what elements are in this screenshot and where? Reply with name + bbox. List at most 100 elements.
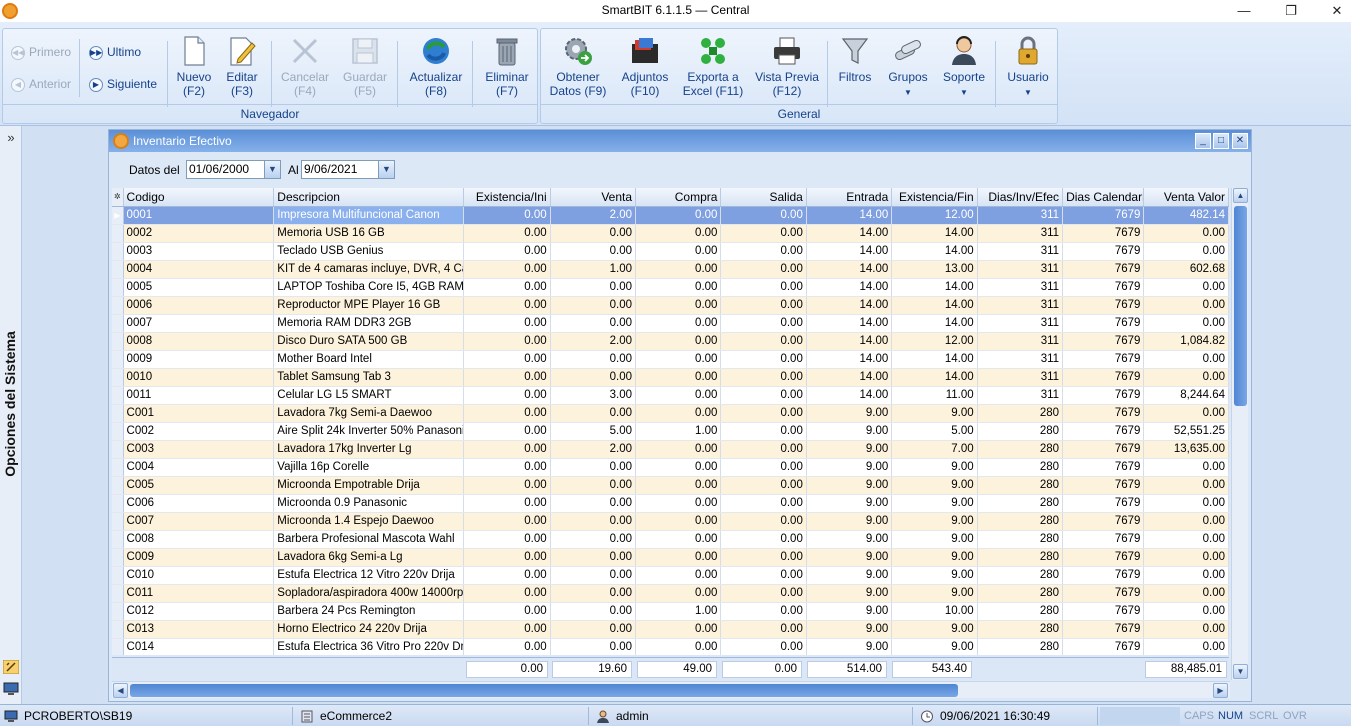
- table-cell[interactable]: 0.00: [635, 332, 722, 351]
- table-cell[interactable]: 7679: [1062, 350, 1145, 369]
- column-header[interactable]: Compra: [635, 188, 722, 207]
- table-cell[interactable]: Mother Board Intel: [273, 350, 465, 369]
- table-cell[interactable]: 52,551.25: [1143, 422, 1229, 441]
- anterior-button[interactable]: ◀ Anterior: [11, 75, 71, 93]
- table-cell[interactable]: 9.00: [891, 620, 978, 639]
- table-cell[interactable]: 0.00: [720, 566, 807, 585]
- table-cell[interactable]: 14.00: [891, 350, 978, 369]
- scroll-right-arrow-icon[interactable]: ▶: [1213, 683, 1228, 698]
- table-cell[interactable]: Disco Duro SATA 500 GB: [273, 332, 465, 351]
- table-cell[interactable]: 5.00: [550, 422, 637, 441]
- table-cell[interactable]: 0.00: [463, 566, 551, 585]
- table-cell[interactable]: 9.00: [891, 512, 978, 531]
- table-cell[interactable]: 3.00: [550, 386, 637, 405]
- cancelar-button[interactable]: Cancelar (F4): [277, 35, 333, 98]
- table-cell[interactable]: 1,084.82: [1143, 332, 1229, 351]
- adjuntos-button[interactable]: Adjuntos (F10): [617, 35, 673, 98]
- table-cell[interactable]: 0001: [123, 206, 275, 225]
- table-cell[interactable]: 0.00: [463, 350, 551, 369]
- table-cell[interactable]: 7679: [1062, 548, 1145, 567]
- table-cell[interactable]: 9.00: [891, 530, 978, 549]
- table-row[interactable]: 0005LAPTOP Toshiba Core I5, 4GB RAM. 500…: [112, 278, 1229, 297]
- table-cell[interactable]: 0.00: [550, 314, 637, 333]
- row-selector[interactable]: [112, 638, 124, 655]
- vista-previa-button[interactable]: Vista Previa (F12): [753, 35, 821, 98]
- table-cell[interactable]: Lavadora 17kg Inverter Lg: [273, 440, 465, 459]
- table-row[interactable]: C013 Horno Electrico 24 220v Drija 0.00 0.0…: [112, 620, 1229, 639]
- row-selector[interactable]: [112, 350, 124, 369]
- table-cell[interactable]: 0.00: [720, 296, 807, 315]
- table-cell[interactable]: C002: [123, 422, 275, 441]
- table-cell[interactable]: 7679: [1062, 242, 1145, 261]
- table-cell[interactable]: 0.00: [720, 440, 807, 459]
- table-cell[interactable]: 280: [977, 602, 1064, 621]
- table-cell[interactable]: 0.00: [1143, 350, 1229, 369]
- scroll-up-arrow-icon[interactable]: ▲: [1233, 188, 1248, 203]
- tools-icon[interactable]: [3, 660, 19, 674]
- table-cell[interactable]: 7679: [1062, 584, 1145, 603]
- column-header[interactable]: Codigo: [123, 188, 275, 207]
- table-cell[interactable]: Reproductor MPE Player 16 GB: [273, 296, 465, 315]
- table-cell[interactable]: 0.00: [635, 548, 722, 567]
- table-cell[interactable]: 14.00: [806, 260, 893, 279]
- table-cell[interactable]: 0005: [123, 278, 275, 297]
- table-cell[interactable]: Lavadora 6kg Semi-a Lg: [273, 548, 465, 567]
- table-cell[interactable]: 0.00: [550, 512, 637, 531]
- table-cell[interactable]: 0.00: [463, 440, 551, 459]
- table-cell[interactable]: 0002: [123, 224, 275, 243]
- table-cell[interactable]: 13.00: [891, 260, 978, 279]
- table-cell[interactable]: 0.00: [463, 278, 551, 297]
- table-cell[interactable]: 9.00: [806, 602, 893, 621]
- table-cell[interactable]: C003: [123, 440, 275, 459]
- table-cell[interactable]: Estufa Electrica 12 Vitro 220v Drija: [273, 566, 465, 585]
- table-cell[interactable]: 311: [977, 386, 1064, 405]
- row-selector[interactable]: [112, 314, 124, 333]
- table-cell[interactable]: 0.00: [720, 224, 807, 243]
- table-cell[interactable]: 12.00: [891, 332, 978, 351]
- table-cell[interactable]: 0.00: [463, 548, 551, 567]
- table-cell[interactable]: 0.00: [1143, 512, 1229, 531]
- table-cell[interactable]: 9.00: [806, 458, 893, 477]
- table-row[interactable]: C010 Estufa Electrica 12 Vitro 220v Drija…: [112, 566, 1229, 585]
- table-cell[interactable]: 14.00: [891, 224, 978, 243]
- table-cell[interactable]: 280: [977, 512, 1064, 531]
- table-cell[interactable]: 280: [977, 530, 1064, 549]
- row-selector[interactable]: [112, 404, 124, 423]
- table-cell[interactable]: 7679: [1062, 458, 1145, 477]
- table-cell[interactable]: 311: [977, 206, 1064, 225]
- table-cell[interactable]: Lavadora 7kg Semi-a Daewoo: [273, 404, 465, 423]
- table-row[interactable]: 0003 Teclado USB Genius 0.00 0.00 0.00 0.00 14…: [112, 242, 1229, 261]
- table-cell[interactable]: 0.00: [1143, 566, 1229, 585]
- table-cell[interactable]: LAPTOP Toshiba Core I5, 4GB RAM. 500: [273, 278, 465, 297]
- table-cell[interactable]: 9.00: [806, 404, 893, 423]
- table-cell[interactable]: 9.00: [891, 458, 978, 477]
- table-cell[interactable]: 0.00: [720, 368, 807, 387]
- table-cell[interactable]: 0.00: [550, 242, 637, 261]
- minimize-button[interactable]: —: [1221, 0, 1267, 22]
- table-cell[interactable]: 0.00: [463, 638, 551, 655]
- table-cell[interactable]: 0.00: [635, 584, 722, 603]
- table-cell[interactable]: 0006: [123, 296, 275, 315]
- table-cell[interactable]: 7679: [1062, 494, 1145, 513]
- table-cell[interactable]: 0.00: [635, 494, 722, 513]
- table-cell[interactable]: 0.00: [550, 278, 637, 297]
- expand-sidebar-button[interactable]: »: [0, 130, 22, 145]
- table-cell[interactable]: 0.00: [720, 242, 807, 261]
- table-cell[interactable]: Microonda 0.9 Panasonic: [273, 494, 465, 513]
- table-cell[interactable]: 0.00: [635, 242, 722, 261]
- table-cell[interactable]: 10.00: [891, 602, 978, 621]
- column-header[interactable]: Existencia/Fin: [891, 188, 978, 207]
- row-selector[interactable]: [112, 440, 124, 459]
- column-header[interactable]: Salida: [720, 188, 807, 207]
- table-cell[interactable]: 0.00: [1143, 314, 1229, 333]
- table-cell[interactable]: 0.00: [720, 386, 807, 405]
- table-cell[interactable]: 0.00: [550, 494, 637, 513]
- row-selector[interactable]: [112, 512, 124, 531]
- table-cell[interactable]: 9.00: [891, 404, 978, 423]
- table-row[interactable]: 0009 Mother Board Intel 0.00 0.00 0.00 0.00 14…: [112, 350, 1229, 369]
- ultimo-button[interactable]: ▶▶ Ultimo: [89, 43, 141, 61]
- table-cell[interactable]: 0.00: [463, 602, 551, 621]
- table-cell[interactable]: 0.00: [635, 386, 722, 405]
- table-cell[interactable]: 0.00: [463, 314, 551, 333]
- row-selector[interactable]: [112, 584, 124, 603]
